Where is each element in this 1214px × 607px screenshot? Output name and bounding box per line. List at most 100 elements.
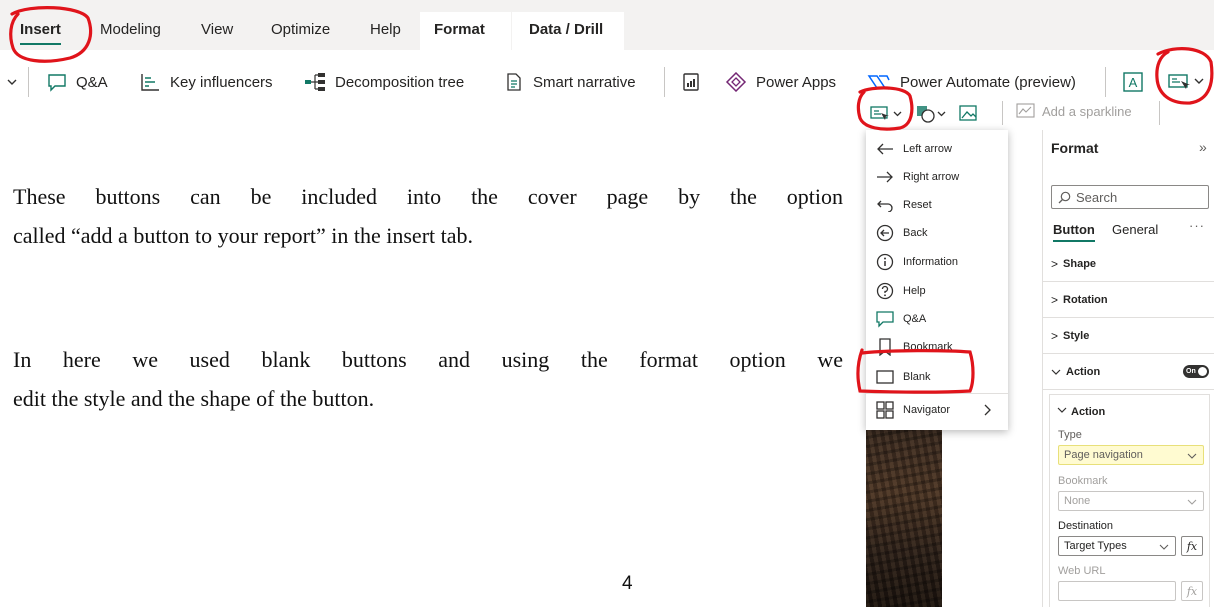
reset-icon [877, 200, 893, 212]
tab-format[interactable]: Format [420, 12, 511, 50]
paragraph-insert-buttons: These buttons can be included into the c… [13, 182, 843, 251]
chevron-down-icon [1187, 499, 1197, 505]
menu-item-label: Blank [903, 371, 931, 383]
power-apps-icon [725, 72, 747, 92]
tab-view[interactable]: View [201, 21, 233, 38]
section-label: Shape [1063, 257, 1097, 270]
add-sparkline-button[interactable]: Add a sparkline [1016, 103, 1132, 119]
format-pane: Format » Search Button General ··· > Shap… [1042, 130, 1214, 607]
menu-item-information[interactable]: Information [876, 251, 958, 273]
destination-fx-button[interactable]: fx [1181, 536, 1203, 556]
section-label: Rotation [1063, 293, 1108, 306]
report-background-image [866, 430, 942, 607]
menu-item-label: Information [903, 256, 959, 268]
format-search-input[interactable]: Search [1051, 185, 1209, 209]
tab-help[interactable]: Help [370, 21, 401, 38]
svg-text:A: A [1129, 75, 1138, 90]
image-icon[interactable] [958, 103, 980, 125]
web-url-fx-button: fx [1181, 581, 1203, 601]
chevron-right-icon: > [1051, 328, 1059, 343]
tab-optimize[interactable]: Optimize [271, 21, 330, 38]
format-pane-title: Format [1051, 140, 1099, 156]
blank-icon [876, 370, 894, 384]
bookmark-icon [879, 338, 891, 356]
button-icon [1168, 74, 1204, 89]
menu-item-label: Back [903, 227, 928, 239]
chevron-right-icon: > [1051, 292, 1059, 307]
menu-item-back[interactable]: Back [876, 222, 927, 244]
menu-item-bookmark[interactable]: Bookmark [876, 336, 953, 358]
menu-item-label: Left arrow [903, 143, 952, 155]
qa-button[interactable]: Q&A [47, 70, 108, 94]
toolbar-divider [1105, 67, 1106, 97]
menu-item-label: Help [903, 285, 926, 297]
chevron-down-icon[interactable] [6, 70, 27, 94]
qa-icon [48, 74, 66, 92]
power-automate-button[interactable]: Power Automate (preview) [867, 70, 1076, 94]
add-sparkline-label: Add a sparkline [1042, 103, 1132, 119]
bookmark-label: Bookmark [1058, 475, 1108, 487]
paginated-report-button[interactable] [682, 70, 709, 94]
destination-value: Target Types [1064, 540, 1127, 552]
menu-item-label: Right arrow [903, 171, 960, 183]
section-shape[interactable]: > Shape [1043, 246, 1214, 282]
collapse-pane-icon[interactable]: » [1199, 139, 1207, 155]
type-value: Page navigation [1064, 449, 1143, 461]
menu-item-navigator[interactable]: Navigator [876, 399, 950, 421]
menu-item-help[interactable]: Help [876, 280, 926, 302]
menu-item-blank[interactable]: Blank [876, 366, 931, 388]
menu-item-right-arrow[interactable]: Right arrow [876, 166, 959, 188]
menu-item-label: Q&A [903, 313, 927, 325]
paragraph-line: edit the style and the shape of the butt… [13, 386, 375, 411]
ribbon-tab-bar: Insert Modeling View Optimize Help Forma… [0, 0, 1214, 50]
more-options-icon[interactable]: ··· [1189, 218, 1205, 233]
smart-narrative-label: Smart narrative [533, 73, 636, 91]
menu-item-label: Reset [903, 199, 932, 211]
tab-data-drill[interactable]: Data / Drill [512, 12, 624, 50]
section-action[interactable]: Action On [1043, 354, 1214, 390]
bookmark-select: None [1058, 491, 1204, 511]
decomposition-tree-label: Decomposition tree [335, 73, 465, 91]
section-label: Style [1063, 329, 1090, 342]
tab-button[interactable]: Button [1053, 222, 1095, 242]
qa-label: Q&A [76, 73, 108, 91]
type-label: Type [1058, 429, 1082, 441]
menu-item-left-arrow[interactable]: Left arrow [876, 138, 952, 160]
decomposition-tree-button[interactable]: Decomposition tree [304, 70, 464, 94]
chevron-right-icon [984, 404, 991, 416]
action-card-header[interactable]: Action [1057, 405, 1105, 418]
key-influencers-button[interactable]: Key influencers [139, 70, 273, 94]
power-apps-label: Power Apps [756, 73, 837, 91]
section-style[interactable]: > Style [1043, 318, 1214, 354]
key-influencers-label: Key influencers [170, 73, 273, 91]
qa-icon [876, 311, 894, 328]
smart-narrative-button[interactable]: Smart narrative [504, 70, 636, 94]
chevron-right-icon: > [1051, 256, 1059, 271]
section-rotation[interactable]: > Rotation [1043, 282, 1214, 318]
tab-general[interactable]: General [1112, 222, 1158, 237]
tab-modeling[interactable]: Modeling [100, 21, 161, 38]
menu-divider [866, 393, 1008, 394]
left-arrow-icon [877, 143, 893, 155]
text-box-button[interactable]: A [1122, 70, 1153, 94]
action-toggle[interactable]: On [1183, 365, 1209, 378]
chevron-down-icon [1187, 453, 1197, 459]
power-automate-icon [867, 75, 890, 89]
type-select[interactable]: Page navigation [1058, 445, 1204, 465]
power-apps-button[interactable]: Power Apps [725, 70, 836, 94]
menu-item-qa[interactable]: Q&A [876, 308, 926, 330]
destination-select[interactable]: Target Types [1058, 536, 1176, 556]
action-card-title: Action [1071, 406, 1106, 418]
section-label: Action [1066, 365, 1101, 378]
chevron-down-icon [1051, 369, 1061, 375]
sparkline-icon [1016, 103, 1035, 118]
shapes-dropdown-icon[interactable] [916, 104, 952, 124]
back-icon [876, 224, 894, 242]
toolbar-divider [664, 67, 665, 97]
smart-narrative-icon [507, 73, 521, 91]
tab-insert[interactable]: Insert [20, 21, 61, 45]
buttons-dropdown-button[interactable] [1168, 70, 1214, 94]
menu-item-reset[interactable]: Reset [876, 194, 932, 216]
button-dropdown-icon[interactable] [870, 104, 906, 124]
menu-item-label: Bookmark [903, 341, 953, 353]
